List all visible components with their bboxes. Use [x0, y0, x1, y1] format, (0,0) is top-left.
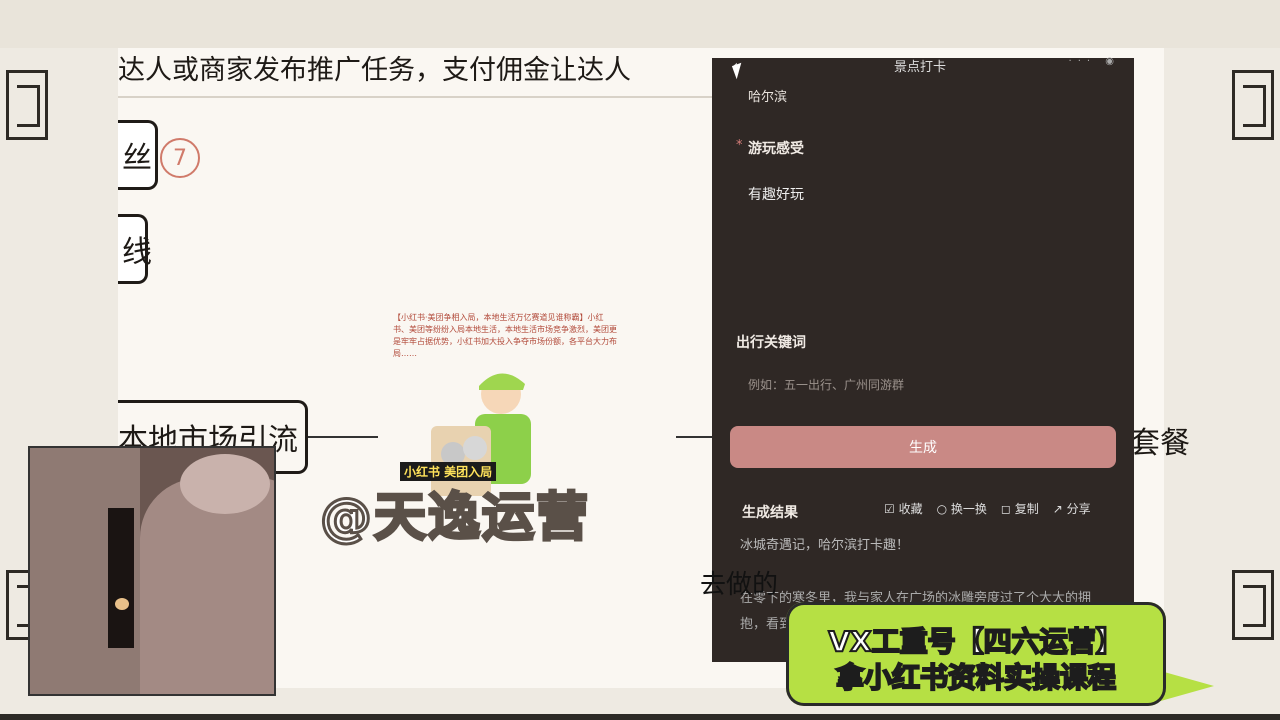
location-field-value[interactable]: 哈尔滨	[748, 86, 787, 105]
result-actions: ☑ 收藏 ○ 换一换 ◻ 复制 ↗ 分享	[884, 500, 1091, 517]
copy-label: 复制	[1014, 502, 1039, 516]
refresh-button[interactable]: ○ 换一换	[937, 500, 987, 517]
video-hat	[180, 454, 270, 514]
keywords-input[interactable]: 例如：五一出行、广州同游群	[748, 376, 904, 393]
fret-ornament-top-right	[1232, 70, 1274, 140]
mindmap-node-package: 套餐	[1130, 426, 1190, 461]
required-asterisk-icon: *	[736, 138, 743, 153]
more-icon[interactable]: ··· ◉	[1069, 56, 1120, 67]
phone-title: 景点打卡	[894, 60, 947, 75]
share-label: 分享	[1066, 502, 1091, 516]
video-light	[115, 598, 129, 610]
result-title: 冰城奇遇记，哈尔滨打卡趣！	[740, 538, 910, 553]
refresh-label: 换一换	[950, 502, 987, 516]
favorite-button[interactable]: ☑ 收藏	[884, 500, 923, 517]
share-button[interactable]: ↗ 分享	[1053, 500, 1091, 517]
connector-line	[676, 436, 716, 438]
step-number-badge: 7	[160, 138, 200, 178]
banner-line-2: 拿小红书资料实操课程	[835, 660, 1117, 695]
watermark-text: @天逸运营	[318, 487, 591, 550]
webcam-overlay	[28, 446, 276, 696]
keywords-label: 出行关键词	[736, 335, 806, 351]
feeling-field-value[interactable]: 有趣好玩	[748, 184, 804, 204]
mindmap-node-label: 线	[122, 235, 152, 270]
promo-text: 【小红书·美团争相入局，本地生活万亿赛道见谁称霸】小红书、美团等纷纷入局本地生活…	[393, 313, 617, 358]
favorite-label: 收藏	[898, 502, 923, 516]
slide-divider	[118, 96, 718, 98]
phone-header: ‹ 景点打卡 ··· ◉	[712, 56, 1134, 78]
generate-button[interactable]: 生成	[730, 426, 1116, 468]
feeling-label: 游玩感受	[748, 141, 804, 157]
mindmap-node-fans: 丝	[118, 120, 158, 190]
video-door	[108, 508, 134, 648]
promo-banner: VX工重号【四六运营】 拿小红书资料实操课程	[786, 602, 1166, 706]
copy-button[interactable]: ◻ 复制	[1001, 500, 1039, 517]
fret-ornament-top-left	[6, 70, 48, 140]
fret-ornament-bottom-right	[1232, 570, 1274, 640]
slide-top-text: 达人或商家发布推广任务，支付佣金让达人	[118, 55, 631, 86]
connector-line	[308, 436, 378, 438]
result-label: 生成结果	[742, 505, 798, 521]
subtitle-fragment: 去做的	[700, 570, 779, 600]
banner-line-1: VX工重号【四六运营】	[827, 624, 1124, 659]
mindmap-node-line: 线	[118, 214, 152, 284]
mindmap-node-label: 丝	[122, 141, 152, 176]
